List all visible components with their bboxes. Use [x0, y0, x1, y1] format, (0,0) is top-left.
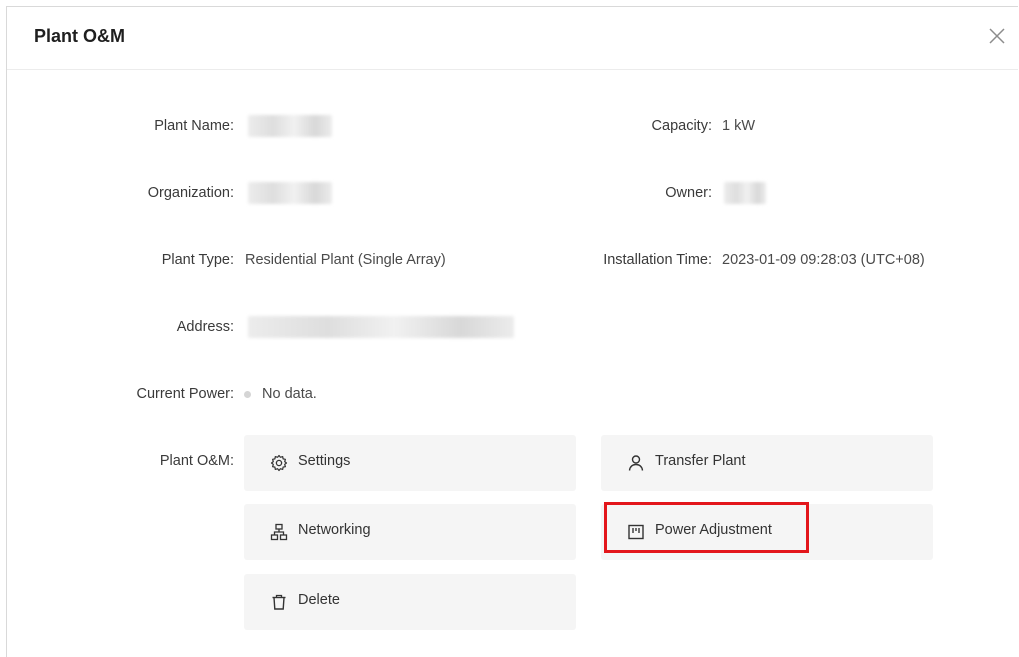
capacity-value: 1 kW — [722, 118, 756, 134]
current-power-value: No data. — [262, 386, 317, 402]
settings-button[interactable]: Settings — [244, 435, 576, 491]
plant-type-value: Residential Plant (Single Array) — [245, 252, 446, 268]
trash-icon — [272, 594, 286, 610]
owner-label: Owner: — [665, 185, 712, 201]
network-icon — [270, 523, 288, 541]
installation-time-label: Installation Time: — [603, 252, 712, 268]
plant-om-label: Plant O&M: — [159, 453, 234, 469]
power-adjustment-label: Power Adjustment — [655, 522, 772, 538]
address-value-redacted — [248, 316, 514, 338]
organization-label: Organization: — [147, 185, 234, 201]
plant-name-label: Plant Name: — [154, 118, 234, 134]
plant-name-value-redacted — [248, 115, 332, 137]
plant-type-label: Plant Type: — [161, 252, 234, 268]
close-icon[interactable] — [986, 25, 1008, 47]
dialog-header: Plant O&M — [7, 7, 1018, 70]
networking-button[interactable]: Networking — [244, 504, 576, 560]
networking-label: Networking — [298, 522, 371, 538]
installation-time-value: 2023-01-09 09:28:03 (UTC+08) — [722, 252, 925, 268]
transfer-plant-label: Transfer Plant — [655, 453, 746, 469]
address-label: Address: — [176, 319, 234, 335]
organization-value-redacted — [248, 182, 332, 204]
dialog-title: Plant O&M — [34, 26, 126, 46]
gear-icon — [270, 454, 288, 472]
power-adjust-icon — [628, 524, 644, 540]
current-power-label: Current Power: — [136, 386, 234, 402]
delete-button[interactable]: Delete — [244, 574, 576, 630]
owner-value-redacted — [724, 182, 766, 204]
transfer-plant-button[interactable]: Transfer Plant — [601, 435, 933, 491]
settings-label: Settings — [298, 453, 351, 469]
delete-label: Delete — [298, 592, 340, 608]
user-icon — [628, 455, 644, 471]
capacity-label: Capacity: — [651, 118, 712, 134]
status-dot — [244, 391, 251, 398]
power-adjustment-button[interactable]: Power Adjustment — [601, 504, 933, 560]
